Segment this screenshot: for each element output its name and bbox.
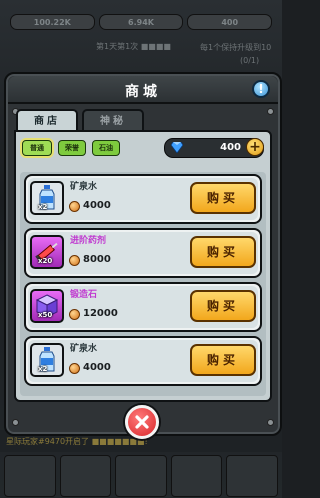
tab-shop[interactable]: 商店 (16, 109, 78, 131)
buy-button[interactable]: 购买 (190, 344, 256, 376)
item-price: 4000 (83, 362, 111, 373)
bolt-decoration (12, 419, 19, 426)
item-count: x2 (38, 365, 48, 373)
background-notice: 第1天第1次 ■■■■ (96, 42, 171, 51)
gem-count: 400 (220, 142, 241, 153)
info-button[interactable]: ! (252, 80, 270, 98)
bolt-decoration (267, 108, 274, 115)
filter-honor[interactable]: 荣誉 (58, 140, 86, 156)
resource-coins: 100.22K (10, 14, 95, 30)
nav-button (115, 455, 167, 497)
resource-gems: 400 (187, 14, 273, 30)
background-quest: 每1个保持升级到10 (200, 43, 272, 52)
currency-filters: 普通 荣誉 石油 (22, 140, 120, 156)
buy-button[interactable]: 购买 (190, 290, 256, 322)
nav-button (59, 455, 112, 497)
shop-item: x20 进阶药剂 8000 购买 (24, 228, 262, 278)
item-name: 锻造石 (70, 290, 98, 300)
buy-button[interactable]: 购买 (190, 182, 256, 214)
tab-mystery[interactable]: 神秘 (82, 109, 144, 131)
shop-modal: 商城 ! 商店 神秘 普通 荣誉 石油 400 + x2 矿泉水 4000 购买… (4, 72, 282, 436)
syringe-icon: x20 (30, 235, 64, 269)
diamond-icon (171, 142, 183, 153)
resource-bar: 100.22K 6.94K 400 (10, 14, 273, 30)
forge-cube-icon: x50 (30, 289, 64, 323)
chat-text: 星际玩家#9470开启了 ■■■■■■■! (6, 437, 148, 446)
item-list[interactable]: x2 矿泉水 4000 购买 x20 进阶药剂 8000 购买 x50 锻造石 … (20, 172, 266, 396)
coin-icon (69, 309, 80, 320)
modal-title: 商城 (125, 84, 161, 100)
resource-energy: 6.94K (98, 14, 184, 30)
filter-oil[interactable]: 石油 (92, 140, 120, 156)
buy-button[interactable]: 购买 (190, 236, 256, 268)
gem-balance: 400 + (164, 138, 264, 158)
water-bottle-icon: x2 (30, 181, 64, 215)
background-quest-progress: (0/1) (240, 56, 260, 65)
close-icon (135, 415, 149, 429)
nav-button (4, 455, 56, 497)
coin-icon (69, 255, 80, 266)
coin-icon (69, 363, 80, 374)
item-price: 12000 (83, 308, 118, 319)
shop-item: x50 锻造石 12000 购买 (24, 282, 262, 332)
item-count: x2 (38, 203, 48, 211)
item-name: 进阶药剂 (70, 236, 107, 246)
shop-item: x2 矿泉水 4000 购买 (24, 174, 262, 224)
nav-button (226, 455, 278, 497)
shop-panel: 普通 荣誉 石油 400 + x2 矿泉水 4000 购买 x20 进阶药剂 8… (14, 130, 272, 402)
close-button[interactable] (125, 405, 159, 439)
add-gems-button[interactable]: + (246, 138, 264, 156)
modal-header: 商城 ! (8, 76, 278, 104)
item-price: 4000 (83, 200, 111, 211)
shop-item: x2 矿泉水 4000 购买 (24, 336, 262, 386)
bolt-decoration (267, 419, 274, 426)
bottom-nav (0, 455, 282, 498)
water-bottle-icon: x2 (30, 343, 64, 377)
shop-tabs: 商店 神秘 (16, 109, 144, 131)
coin-icon (69, 201, 80, 212)
filter-normal[interactable]: 普通 (22, 140, 52, 156)
item-price: 8000 (83, 254, 111, 265)
item-count: x20 (38, 257, 53, 265)
nav-button (170, 455, 223, 497)
item-count: x50 (38, 311, 53, 319)
item-name: 矿泉水 (70, 344, 98, 354)
item-name: 矿泉水 (70, 182, 98, 192)
